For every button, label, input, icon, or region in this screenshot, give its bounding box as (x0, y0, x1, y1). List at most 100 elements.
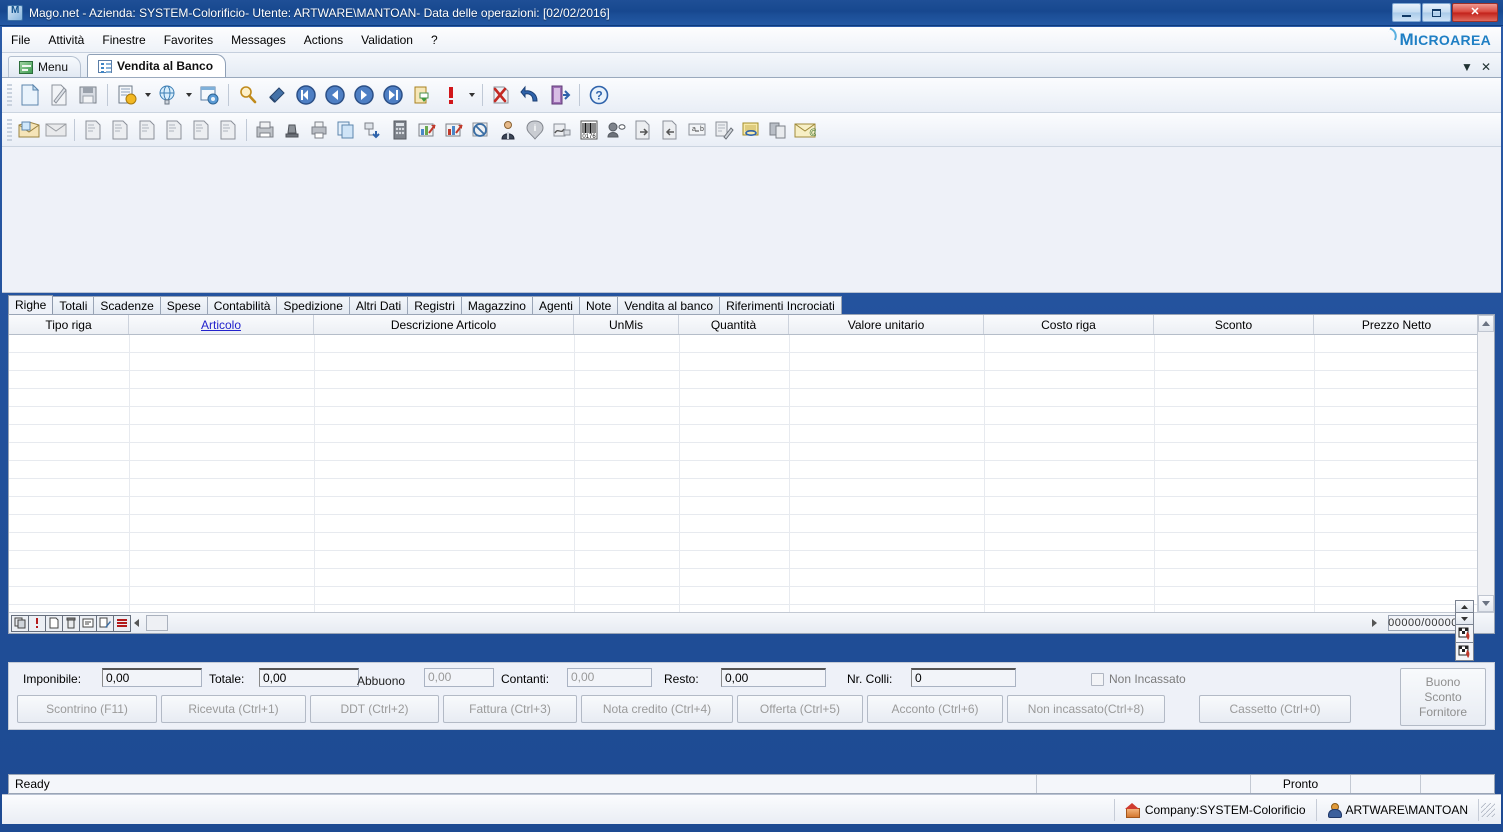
email-at-icon[interactable]: @ (792, 117, 818, 143)
link-note-icon[interactable] (738, 117, 764, 143)
edit-document-icon[interactable] (45, 81, 73, 109)
previous-record-icon[interactable] (321, 81, 349, 109)
scroll-up-icon[interactable] (1478, 315, 1494, 332)
chart-blue-icon[interactable] (441, 117, 467, 143)
export-tree-icon[interactable] (360, 117, 386, 143)
next-record-icon[interactable] (350, 81, 378, 109)
first-record-icon[interactable] (292, 81, 320, 109)
statusbar-resize-grip[interactable] (1478, 799, 1501, 821)
contact-icon[interactable] (603, 117, 629, 143)
filter-icon[interactable] (263, 81, 291, 109)
document-5-icon[interactable] (188, 117, 214, 143)
table-row[interactable] (9, 371, 1494, 389)
red-flag-2-icon[interactable] (1455, 642, 1474, 661)
document-4-icon[interactable] (161, 117, 187, 143)
totale-input[interactable]: 0,00 (259, 668, 359, 687)
column-header-sconto[interactable]: Sconto (1154, 315, 1314, 334)
previous-page-icon[interactable] (130, 619, 142, 627)
open-mail-icon[interactable] (16, 117, 42, 143)
barcode-icon[interactable]: 0176 (576, 117, 602, 143)
offerta-button[interactable]: Offerta (Ctrl+5) (737, 695, 863, 723)
tab-vendita-al-banco[interactable]: Vendita al banco (617, 296, 720, 314)
tab-spese[interactable]: Spese (160, 296, 208, 314)
table-row[interactable] (9, 407, 1494, 425)
chart-red-icon[interactable] (414, 117, 440, 143)
info-icon[interactable]: i (522, 117, 548, 143)
fattura-button[interactable]: Fattura (Ctrl+3) (443, 695, 577, 723)
chevron-down-icon[interactable] (183, 81, 194, 109)
column-header-prezzo-netto[interactable]: Prezzo Netto (1314, 315, 1479, 334)
non-incassato-button[interactable]: Non incassato(Ctrl+8) (1007, 695, 1165, 723)
tab-totali[interactable]: Totali (52, 296, 94, 314)
abbuono-input[interactable]: 0,00 (424, 668, 494, 687)
column-header-valore-unitario[interactable]: Valore unitario (789, 315, 984, 334)
label-design-icon[interactable]: ab (684, 117, 710, 143)
column-header-costo-riga[interactable]: Costo riga (984, 315, 1154, 334)
column-header-descrizione-articolo[interactable]: Descrizione Articolo (314, 315, 574, 334)
next-page-icon[interactable] (1368, 619, 1380, 627)
exclamation-icon[interactable] (437, 81, 465, 109)
tab-contabilita[interactable]: Contabilità (207, 296, 278, 314)
document-1-icon[interactable] (80, 117, 106, 143)
ricevuta-button[interactable]: Ricevuta (Ctrl+1) (161, 695, 306, 723)
copy-row-icon[interactable] (11, 615, 29, 632)
new-from-template-icon[interactable] (113, 81, 141, 109)
tab-scadenze[interactable]: Scadenze (93, 296, 160, 314)
statusbar-company[interactable]: Company:SYSTEM-Colorificio (1114, 799, 1316, 821)
column-header-quantita[interactable]: Quantità (679, 315, 789, 334)
column-header-unmis[interactable]: UnMis (574, 315, 679, 334)
settings-window-icon[interactable] (195, 81, 223, 109)
toolbar-grip[interactable] (7, 84, 12, 106)
close-button[interactable]: ✕ (1452, 3, 1498, 22)
close-tab-icon[interactable]: ✕ (1481, 61, 1491, 73)
tab-spedizione[interactable]: Spedizione (276, 296, 349, 314)
document-2-icon[interactable] (107, 117, 133, 143)
delete-row-icon[interactable] (62, 615, 80, 632)
tab-registri[interactable]: Registri (407, 296, 462, 314)
table-row[interactable] (9, 479, 1494, 497)
globe-search-icon[interactable] (154, 81, 182, 109)
table-row[interactable] (9, 551, 1494, 569)
nota-credito-button[interactable]: Nota credito (Ctrl+4) (581, 695, 733, 723)
tab-riferimenti-incrociati[interactable]: Riferimenti Incrociati (719, 296, 842, 314)
chevron-down-icon[interactable] (466, 81, 477, 109)
table-row[interactable] (9, 389, 1494, 407)
exit-door-icon[interactable] (546, 81, 574, 109)
table-row[interactable] (9, 533, 1494, 551)
menu-item-attivita[interactable]: Attività (39, 30, 93, 50)
document-6-icon[interactable] (215, 117, 241, 143)
table-row[interactable] (9, 515, 1494, 533)
contanti-input[interactable]: 0,00 (567, 668, 652, 687)
table-row[interactable] (9, 461, 1494, 479)
document-in-icon[interactable] (657, 117, 683, 143)
edit-note-icon[interactable] (711, 117, 737, 143)
search-icon[interactable] (234, 81, 262, 109)
table-row[interactable] (9, 335, 1494, 353)
menu-item-favorites[interactable]: Favorites (155, 30, 222, 50)
tab-righe[interactable]: Righe (8, 295, 53, 314)
tab-altri-dati[interactable]: Altri Dati (349, 296, 408, 314)
edit-row-icon[interactable] (96, 615, 114, 632)
table-row[interactable] (9, 497, 1494, 515)
menu-item-validation[interactable]: Validation (352, 30, 422, 50)
column-header-tipo-riga[interactable]: Tipo riga (9, 315, 129, 334)
stamp-icon[interactable] (279, 117, 305, 143)
tab-agenti[interactable]: Agenti (532, 296, 580, 314)
maximize-button[interactable] (1422, 3, 1451, 22)
document-3-icon[interactable] (134, 117, 160, 143)
resto-input[interactable]: 0,00 (721, 668, 826, 687)
imponibile-input[interactable]: 0,00 (102, 668, 202, 687)
menu-item-finestre[interactable]: Finestre (93, 30, 154, 50)
fax-icon[interactable] (252, 117, 278, 143)
menu-item-file[interactable]: File (2, 30, 39, 50)
doc-tab-vendita-al-banco[interactable]: Vendita al Banco (87, 54, 226, 77)
no-print-icon[interactable] (468, 117, 494, 143)
duplicate-icon[interactable] (765, 117, 791, 143)
page-indicator[interactable] (146, 615, 168, 631)
new-document-icon[interactable] (16, 81, 44, 109)
menu-item-messages[interactable]: Messages (222, 30, 295, 50)
menu-item-actions[interactable]: Actions (295, 30, 352, 50)
nr-colli-input[interactable]: 0 (911, 668, 1016, 687)
calculator-icon[interactable] (387, 117, 413, 143)
menu-item-help[interactable]: ? (422, 30, 447, 50)
